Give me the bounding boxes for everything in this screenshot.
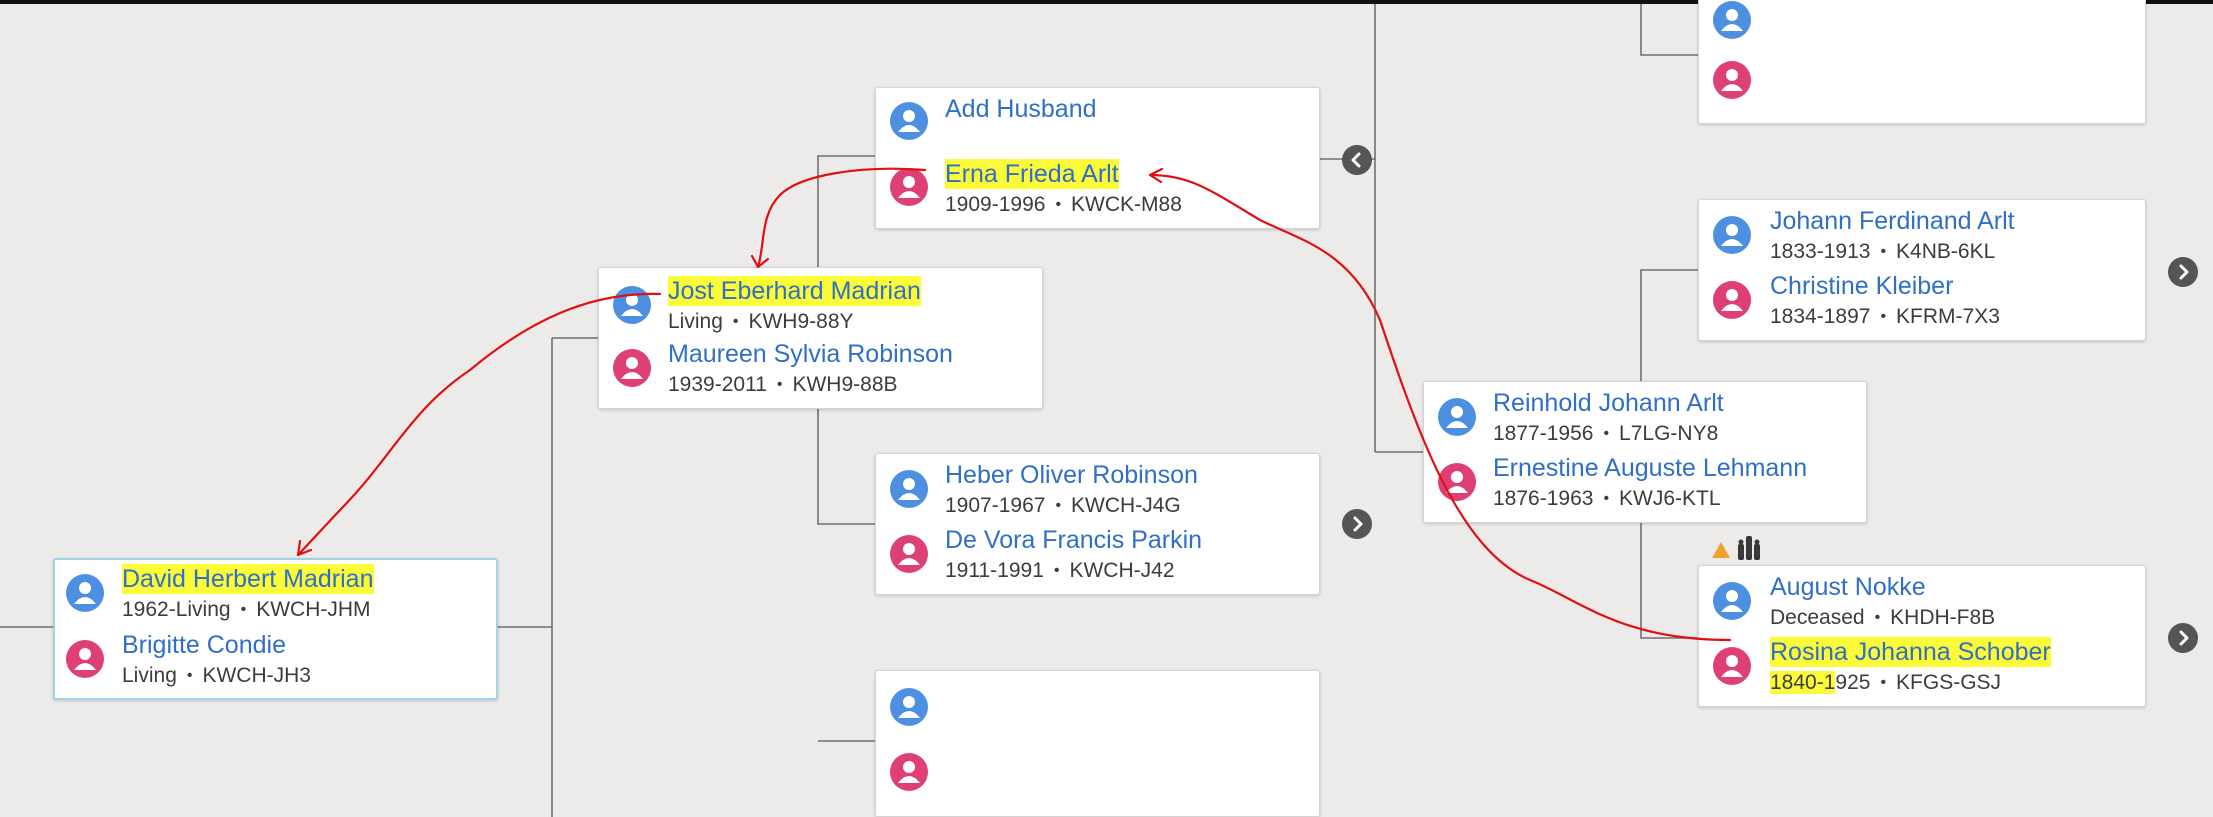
life-dates-rest: 925 <box>1835 671 1871 694</box>
person-id: KWJ6-KTL <box>1619 487 1721 510</box>
chevron-left-icon[interactable] <box>1342 145 1372 175</box>
person-info-david: 1962-Living • KWCH-JHM <box>122 598 371 621</box>
person-icon <box>1713 582 1751 620</box>
person-name-johann[interactable]: Johann Ferdinand Arlt <box>1770 206 2015 236</box>
person-id: L7LG-NY8 <box>1619 422 1719 445</box>
person-name-ernestine[interactable]: Ernestine Auguste Lehmann <box>1493 453 1807 483</box>
life-dates: 1911-1991 <box>945 559 1044 582</box>
person-name-heber[interactable]: Heber Oliver Robinson <box>945 460 1198 490</box>
person-info-heber: 1907-1967 • KWCH-J4G <box>945 494 1181 517</box>
person-icon <box>890 753 928 791</box>
life-dates: Living <box>668 310 723 333</box>
hint-icons[interactable] <box>1710 532 1782 567</box>
person-icon <box>613 286 651 324</box>
life-dates-highlighted: 1840-1 <box>1770 671 1836 694</box>
chevron-right-icon[interactable] <box>1342 509 1372 539</box>
life-dates: Living <box>122 664 177 687</box>
person-name-brigitte[interactable]: Brigitte Condie <box>122 630 286 660</box>
person-id: KWCH-JH3 <box>202 664 311 687</box>
person-icon <box>890 688 928 726</box>
person-id: KWH9-88B <box>792 373 898 396</box>
person-info-reinhold: 1877-1956 • L7LG-NY8 <box>1493 422 1719 445</box>
person-info-jost: Living • KWH9-88Y <box>668 310 854 333</box>
person-id: KWCH-J4G <box>1071 494 1181 517</box>
person-id: KWCH-JHM <box>256 598 371 621</box>
person-icon <box>1438 398 1476 436</box>
family-card-jost[interactable]: Jost Eberhard Madrian Living • KWH9-88Y Ma… <box>598 267 1043 409</box>
life-dates: 1939-2011 <box>668 373 767 396</box>
person-id: KHDH-F8B <box>1890 606 1996 629</box>
person-info-devora: 1911-1991 • KWCH-J42 <box>945 559 1175 582</box>
person-icon <box>66 574 104 612</box>
person-id: KFRM-7X3 <box>1896 305 2000 328</box>
person-icon <box>1713 1 1751 39</box>
person-id: KWCK-M88 <box>1071 193 1182 216</box>
record-hints-icon <box>1738 536 1760 560</box>
life-dates: 1877-1956 <box>1493 422 1594 445</box>
life-dates: 1909-1996 <box>945 193 1046 216</box>
life-dates: 1834-1897 <box>1770 305 1871 328</box>
person-icon <box>1438 463 1476 501</box>
life-dates: 1876-1963 <box>1493 487 1594 510</box>
chevron-right-icon[interactable] <box>2168 623 2198 653</box>
person-name-jost[interactable]: Jost Eberhard Madrian <box>668 276 921 306</box>
person-info-rosina: 1840-1925 • KFGS-GSJ <box>1770 671 2002 694</box>
person-icon <box>1713 216 1751 254</box>
chevron-right-icon[interactable] <box>2168 257 2198 287</box>
person-name-erna[interactable]: Erna Frieda Arlt <box>945 159 1119 189</box>
family-card-top-right[interactable] <box>1698 0 2146 124</box>
person-id: KFGS-GSJ <box>1896 671 2002 694</box>
person-icon <box>1713 647 1751 685</box>
person-name-devora[interactable]: De Vora Francis Parkin <box>945 525 1202 555</box>
person-info-august: Deceased • KHDH-F8B <box>1770 606 1996 629</box>
add-husband-link[interactable]: Add Husband <box>945 94 1097 124</box>
life-dates: 1907-1967 <box>945 494 1046 517</box>
family-card-johann[interactable]: Johann Ferdinand Arlt 1833-1913 • K4NB-6KL… <box>1698 199 2146 341</box>
family-card-heber[interactable]: Heber Oliver Robinson 1907-1967 • KWCH-J4G… <box>875 453 1320 595</box>
person-id: KWCH-J42 <box>1069 559 1175 582</box>
person-icon <box>66 640 104 678</box>
person-info-maureen: 1939-2011 • KWH9-88B <box>668 373 898 396</box>
life-dates: 1833-1913 <box>1770 240 1871 263</box>
person-icon <box>890 168 928 206</box>
life-dates: 1962-Living <box>122 598 231 621</box>
family-card-august[interactable]: August Nokke Deceased • KHDH-F8B Rosina Jo… <box>1698 565 2146 707</box>
person-icon <box>890 102 928 140</box>
family-card-empty[interactable] <box>875 670 1320 817</box>
person-id: KWH9-88Y <box>748 310 854 333</box>
person-name-rosina[interactable]: Rosina Johanna Schober <box>1770 637 2051 667</box>
person-icon <box>890 470 928 508</box>
person-id: K4NB-6KL <box>1896 240 1996 263</box>
person-info-erna: 1909-1996 • KWCK-M88 <box>945 193 1182 216</box>
family-card-erna[interactable]: Add Husband Erna Frieda Arlt 1909-1996 • K… <box>875 87 1320 229</box>
person-info-ernestine: 1876-1963 • KWJ6-KTL <box>1493 487 1721 510</box>
person-info-brigitte: Living • KWCH-JH3 <box>122 664 311 687</box>
warning-triangle-icon <box>1712 542 1730 558</box>
family-card-reinhold[interactable]: Reinhold Johann Arlt 1877-1956 • L7LG-NY8 … <box>1423 381 1867 523</box>
person-name-maureen[interactable]: Maureen Sylvia Robinson <box>668 339 953 369</box>
person-icon <box>613 349 651 387</box>
family-card-david[interactable]: David Herbert Madrian 1962-Living • KWCH-J… <box>53 558 498 700</box>
person-name-august[interactable]: August Nokke <box>1770 572 1926 602</box>
person-icon <box>1713 61 1751 99</box>
person-icon <box>890 535 928 573</box>
person-name-david[interactable]: David Herbert Madrian <box>122 564 374 594</box>
person-name-christine[interactable]: Christine Kleiber <box>1770 271 1953 301</box>
person-name-reinhold[interactable]: Reinhold Johann Arlt <box>1493 388 1724 418</box>
person-icon <box>1713 281 1751 319</box>
person-info-johann: 1833-1913 • K4NB-6KL <box>1770 240 1996 263</box>
person-info-christine: 1834-1897 • KFRM-7X3 <box>1770 305 2000 328</box>
life-dates: Deceased <box>1770 606 1865 629</box>
